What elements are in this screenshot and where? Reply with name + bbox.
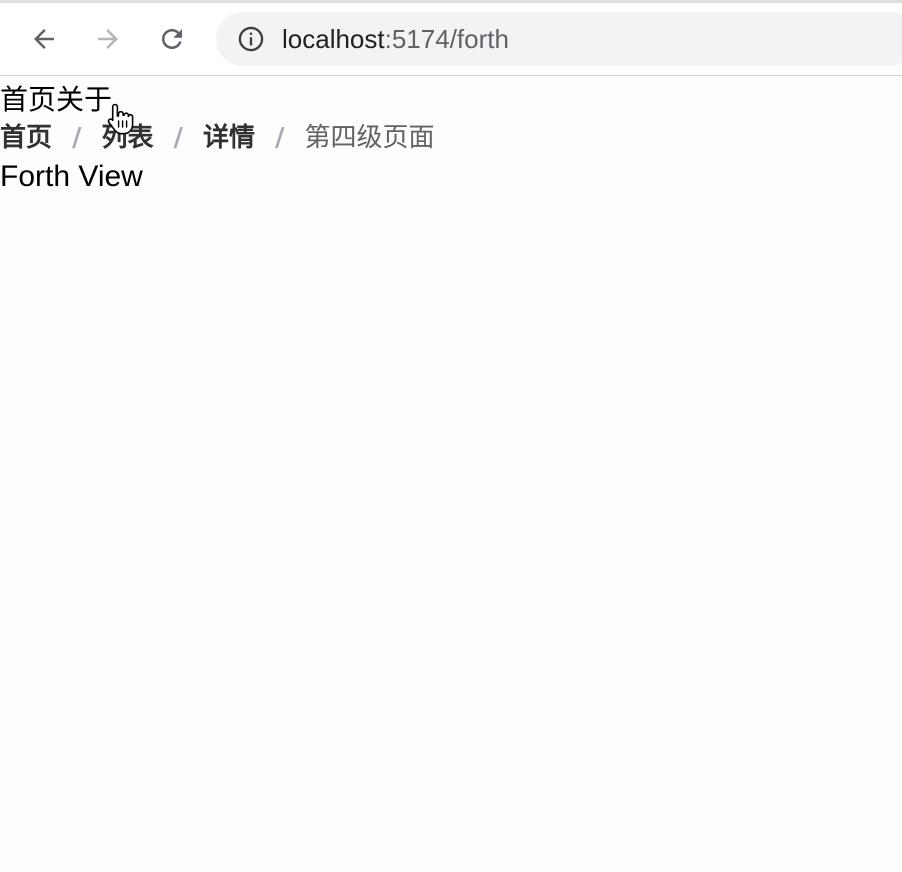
breadcrumb-separator: / — [72, 123, 82, 153]
breadcrumb: 首页 / 列表 / 详情 / 第四级页面 — [0, 121, 435, 155]
forward-button[interactable] — [88, 19, 128, 59]
breadcrumb-current: 第四级页面 — [304, 123, 435, 153]
url-host: localhost — [282, 23, 385, 54]
reload-icon — [162, 29, 182, 49]
breadcrumb-separator: / — [173, 123, 184, 153]
breadcrumb-separator: / — [275, 123, 285, 153]
nav-link-about[interactable]: 关于 — [56, 83, 112, 116]
breadcrumb-item-home[interactable]: 首页 — [0, 121, 52, 155]
address-bar[interactable]: localhost:5174/forth — [216, 12, 902, 66]
arrow-left-icon — [34, 29, 54, 49]
arrow-right-icon — [98, 29, 118, 49]
page-content: 首页关于 首页 / 列表 / 详情 / 第四级页面 Forth View — [0, 76, 902, 872]
page-title: Forth View — [0, 160, 143, 193]
url-text: localhost:5174/forth — [282, 24, 509, 55]
reload-button[interactable] — [152, 19, 192, 59]
breadcrumb-item-detail[interactable]: 详情 — [203, 121, 255, 155]
back-button[interactable] — [24, 19, 64, 59]
url-path: :5174/forth — [384, 23, 509, 54]
nav-link-home[interactable]: 首页 — [0, 83, 56, 116]
browser-toolbar: localhost:5174/forth — [0, 0, 902, 76]
top-nav: 首页关于 — [0, 82, 112, 118]
hand-pointer-cursor-icon — [107, 103, 134, 135]
info-icon[interactable] — [236, 24, 266, 54]
